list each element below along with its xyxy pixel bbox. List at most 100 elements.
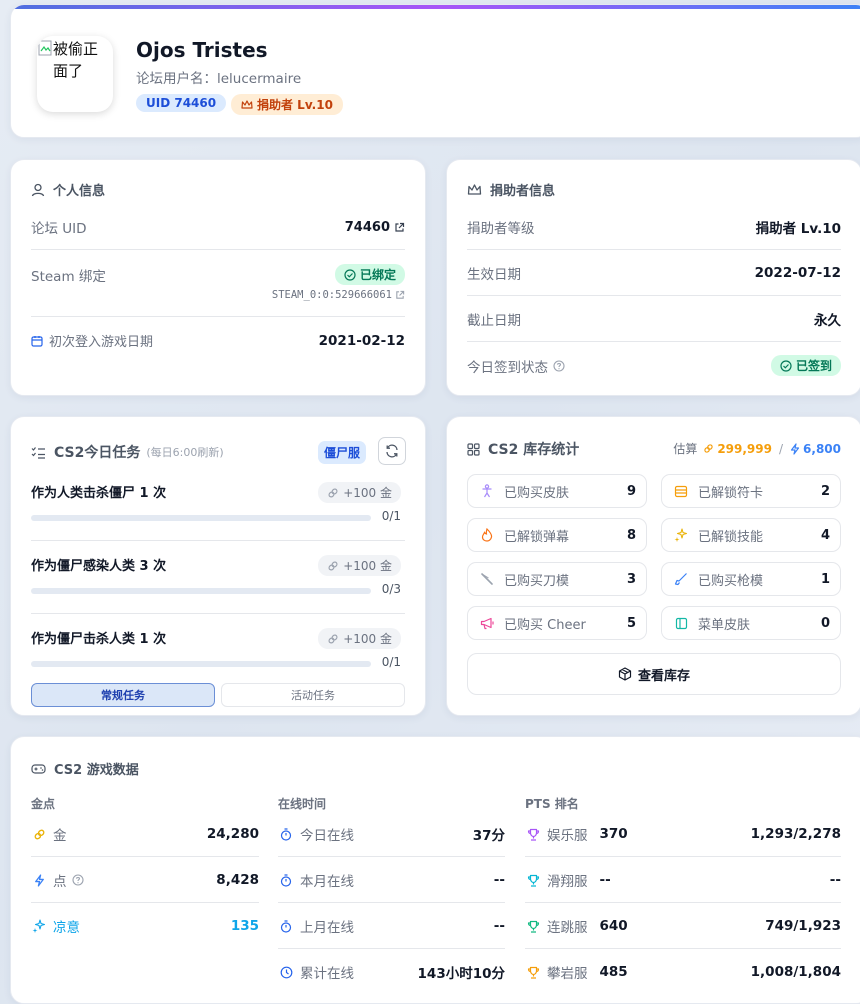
person-icon — [482, 484, 492, 498]
inventory-guns-bought[interactable]: 已购买枪模 1 — [661, 562, 841, 596]
user-icon — [31, 183, 45, 196]
avatar-alt-text: 被偷正面了 — [53, 40, 99, 80]
cool-row: 凉意 135 — [31, 916, 259, 936]
forum-username: 论坛用户名：lelucermaire — [136, 71, 302, 87]
pts-header: PTS 排名 — [525, 797, 579, 811]
avatar[interactable]: 被偷正面了 — [37, 36, 113, 112]
inventory-cards-unlocked[interactable]: 已解锁符卡 2 — [661, 474, 841, 508]
task-reward: +100 金 — [318, 482, 401, 503]
tab-event-tasks[interactable]: 活动任务 — [221, 683, 405, 707]
refresh-button[interactable] — [378, 437, 406, 465]
task-progress-bar — [31, 661, 371, 667]
inventory-skins-bought[interactable]: 已购买皮肤 9 — [467, 474, 647, 508]
online-row: 今日在线 37分 — [278, 824, 505, 844]
task-progress-bar — [31, 515, 371, 521]
flame-icon — [481, 528, 493, 542]
stopwatch-icon — [280, 919, 292, 933]
donor-badge: 捐助者 Lv.10 — [231, 94, 343, 115]
uid-link[interactable]: 74460 — [345, 220, 405, 235]
stopwatch-icon — [280, 827, 292, 841]
grid-icon — [467, 442, 480, 456]
crown-icon — [467, 184, 482, 195]
donor-end-row: 截止日期 永久 — [467, 313, 841, 329]
crown-icon — [241, 100, 253, 109]
stopwatch-icon — [280, 873, 292, 887]
online-row: 累计在线 143小时10分 — [278, 962, 505, 982]
gold-row: 金 24,280 — [31, 824, 259, 844]
inventory-danmaku-unlocked[interactable]: 已解锁弹幕 8 — [467, 518, 647, 552]
steam-id-link[interactable]: STEAM_0:0:529666061 — [272, 289, 405, 301]
task-item: 作为僵尸击杀人类 1 次 +100 金 0/1 — [31, 628, 405, 669]
donor-info-title: 捐助者信息 — [467, 180, 555, 199]
task-item: 作为人类击杀僵尸 1 次 +100 金 0/1 — [31, 482, 405, 523]
profile-name: Ojos Tristes — [136, 38, 268, 62]
gradient-top-bar — [11, 5, 860, 9]
game-data-card: CS2 游戏数据 金点 金 24,280 点 8,428 凉意 135 在线时间… — [10, 736, 860, 1004]
help-icon[interactable] — [71, 874, 84, 886]
help-icon[interactable] — [553, 359, 565, 372]
checklist-icon — [31, 446, 45, 459]
check-circle-icon — [344, 268, 356, 281]
points-row: 点 8,428 — [31, 870, 259, 890]
uid-badge: UID 74460 — [136, 94, 227, 112]
sparkles-icon — [32, 919, 46, 933]
inventory-estimate: 估算 299,999 / 6,800 — [673, 441, 841, 457]
gold-link-icon — [704, 444, 714, 453]
online-header: 在线时间 — [278, 797, 327, 811]
calendar-icon — [31, 335, 43, 347]
inventory-knives-bought[interactable]: 已购买刀模 3 — [467, 562, 647, 596]
first-login-row: 初次登入游戏日期 2021-02-12 — [31, 331, 405, 350]
broken-image-icon — [38, 40, 52, 56]
external-link-icon — [395, 222, 405, 232]
uid-row: 论坛 UID 74460 — [31, 217, 405, 237]
clock-icon — [280, 966, 292, 978]
panel-icon — [675, 617, 687, 629]
check-circle-icon — [780, 359, 792, 372]
daily-tasks-card: CS2今日任务 (每日6:00刷新) 僵尸服 作为人类击杀僵尸 1 次 +100… — [10, 416, 426, 716]
sparkles-icon — [674, 528, 688, 542]
megaphone-icon — [480, 617, 494, 629]
knife-icon — [481, 573, 493, 585]
gold-link-icon — [328, 487, 338, 498]
game-data-title: CS2 游戏数据 — [31, 759, 139, 778]
external-link-icon — [396, 290, 405, 299]
donor-info-card: 捐助者信息 捐助者等级 捐助者 Lv.10 生效日期 2022-07-12 截止… — [446, 159, 860, 396]
online-row: 本月在线 -- — [278, 870, 505, 890]
pts-row: 娱乐服 370 1,293/2,278 — [525, 824, 841, 844]
gun-icon — [674, 573, 687, 586]
inventory-skills-unlocked[interactable]: 已解锁技能 4 — [661, 518, 841, 552]
pts-row: 攀岩服 485 1,008/1,804 — [525, 962, 841, 982]
task-progress-bar — [31, 588, 371, 594]
trophy-icon — [527, 966, 539, 979]
pts-row: 连跳服 640 749/1,923 — [525, 916, 841, 936]
personal-info-card: 个人信息 论坛 UID 74460 Steam 绑定 已绑定 STEAM_0:0… — [10, 159, 426, 396]
card-icon — [674, 485, 688, 497]
online-row: 上月在线 -- — [278, 916, 505, 936]
task-reward: +100 金 — [318, 555, 401, 576]
profile-card: 被偷正面了 Ojos Tristes 论坛用户名：lelucermaire UI… — [10, 4, 860, 138]
view-inventory-button[interactable]: 查看库存 — [467, 653, 841, 695]
steam-bound-badge: 已绑定 — [334, 264, 405, 285]
donor-level-row: 捐助者等级 捐助者 Lv.10 — [467, 221, 841, 237]
pts-row: 滑翔服 -- -- — [525, 870, 841, 890]
tab-regular-tasks[interactable]: 常规任务 — [31, 683, 215, 707]
inventory-cheer-bought[interactable]: 已购买 Cheer 5 — [467, 606, 647, 640]
lightning-icon — [790, 442, 800, 455]
currency-header: 金点 — [31, 797, 56, 811]
inventory-card: CS2 库存统计 估算 299,999 / 6,800 已购买皮肤 9 已解锁符卡… — [446, 416, 860, 716]
inventory-menu-skins[interactable]: 菜单皮肤 0 — [661, 606, 841, 640]
lightning-icon — [34, 873, 44, 887]
steam-row: Steam 绑定 已绑定 — [31, 264, 405, 285]
trophy-icon — [527, 920, 539, 933]
box-icon — [618, 667, 632, 681]
checkin-row: 今日签到状态 已签到 — [467, 355, 841, 376]
zombie-server-badge[interactable]: 僵尸服 — [318, 441, 367, 464]
task-item: 作为僵尸感染人类 3 次 +100 金 0/3 — [31, 555, 405, 596]
gold-link-icon — [34, 829, 44, 839]
task-reward: +100 金 — [318, 628, 401, 649]
donor-start-row: 生效日期 2022-07-12 — [467, 265, 841, 283]
personal-info-title: 个人信息 — [31, 180, 105, 199]
gamepad-icon — [31, 763, 46, 774]
trophy-icon — [527, 874, 539, 887]
inventory-title: CS2 库存统计 — [467, 439, 579, 459]
